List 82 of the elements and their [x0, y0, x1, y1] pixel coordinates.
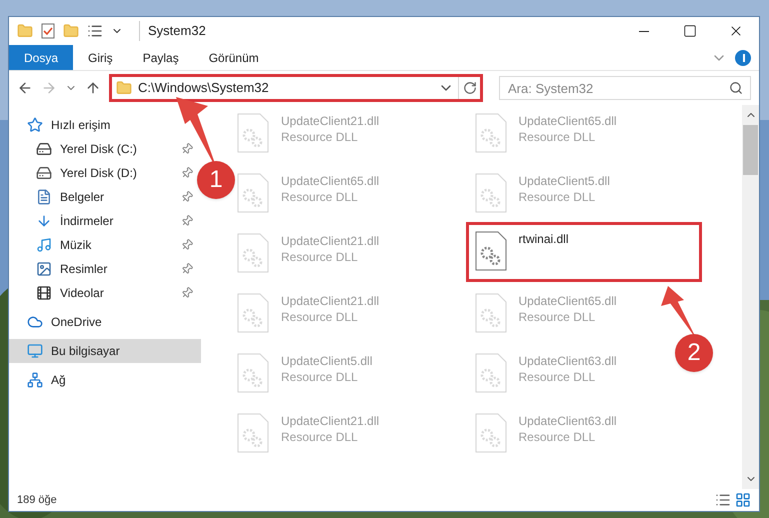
file-name: UpdateClient21.dll: [281, 293, 380, 309]
dll-file-icon: [237, 353, 269, 393]
help-icon[interactable]: [735, 50, 751, 66]
dll-file-icon: [474, 293, 506, 333]
dll-file-icon: [237, 113, 269, 153]
cloud-icon: [27, 314, 43, 330]
dll-file-icon: [474, 173, 506, 213]
sidebar-item[interactable]: Müzik: [9, 233, 201, 257]
dll-file-icon: [237, 173, 269, 213]
details-view-icon[interactable]: [715, 492, 731, 508]
large-icons-view-icon[interactable]: [735, 492, 751, 508]
file-type: Resource DLL: [518, 189, 596, 205]
up-icon[interactable]: [85, 80, 101, 96]
scrollbar-thumb[interactable]: [743, 125, 758, 175]
file-type: Resource DLL: [281, 189, 359, 205]
sidebar-item[interactable]: Ağ: [9, 368, 201, 392]
sidebar-item[interactable]: İndirmeler: [9, 209, 201, 233]
file-name: rtwinai.dll: [518, 231, 569, 247]
dll-file-icon: [237, 293, 269, 333]
window-title: System32: [139, 21, 206, 41]
file-type: Resource DLL: [281, 129, 359, 145]
dll-file-icon: [474, 353, 506, 393]
file-name: UpdateClient5.dll: [518, 173, 610, 189]
file-type: Resource DLL: [281, 249, 359, 265]
file-type: Resource DLL: [518, 369, 596, 385]
folder-icon: [116, 80, 132, 96]
folder-icon[interactable]: [63, 23, 79, 39]
file-name: UpdateClient21.dll: [281, 413, 380, 429]
sidebar-item[interactable]: Yerel Disk (C:): [9, 137, 201, 161]
file-name: UpdateClient65.dll: [518, 293, 617, 309]
folder-icon[interactable]: [17, 23, 33, 39]
properties-icon[interactable]: [87, 23, 103, 39]
file-type: Resource DLL: [518, 309, 596, 325]
dll-file-icon: [237, 413, 269, 453]
dll-file-icon: [474, 413, 506, 453]
sidebar-item[interactable]: OneDrive: [9, 310, 201, 334]
ribbon-tab[interactable]: Görünüm: [194, 45, 274, 70]
refresh-icon[interactable]: [462, 81, 476, 95]
download-icon: [36, 213, 52, 229]
drive-icon: [36, 165, 52, 181]
file-type: Resource DLL: [281, 369, 359, 385]
film-icon: [36, 285, 52, 301]
address-path: C:\Windows\System32: [138, 79, 270, 98]
file-item[interactable]: rtwinai.dll: [468, 225, 698, 279]
search-field[interactable]: Ara: System32: [499, 76, 751, 100]
image-icon: [36, 261, 52, 277]
sidebar-item[interactable]: Bu bilgisayar: [9, 339, 201, 363]
file-name: UpdateClient63.dll: [518, 353, 617, 369]
ribbon-tab[interactable]: Paylaş: [128, 45, 194, 70]
file-type: Resource DLL: [281, 309, 359, 325]
back-icon[interactable]: [17, 80, 33, 96]
system-drive-icon: [36, 141, 52, 157]
search-icon[interactable]: [729, 81, 743, 95]
file-name: UpdateClient5.dll: [281, 353, 372, 369]
document-icon: [36, 189, 52, 205]
ribbon-tab[interactable]: Dosya: [9, 45, 74, 70]
address-bar[interactable]: C:\Windows\System32: [109, 74, 483, 102]
maximize-icon: [683, 24, 697, 38]
scrollbar[interactable]: [742, 105, 759, 489]
forward-icon[interactable]: [41, 80, 57, 96]
ribbon-tab[interactable]: Giriş: [73, 45, 128, 70]
file-name: UpdateClient65.dll: [518, 113, 617, 129]
music-icon: [36, 237, 52, 253]
file-name: UpdateClient21.dll: [281, 113, 380, 129]
star-icon: [27, 117, 43, 133]
dll-file-icon: [474, 231, 506, 271]
file-type: Resource DLL: [518, 129, 596, 145]
file-type: Resource DLL: [281, 429, 359, 445]
minimize-icon: [639, 30, 649, 32]
file-name: UpdateClient65.dll: [281, 173, 380, 189]
dll-file-icon: [237, 233, 269, 273]
sidebar-item[interactable]: Videolar: [9, 281, 201, 305]
file-type: Resource DLL: [518, 429, 596, 445]
dll-file-icon: [474, 113, 506, 153]
item-count: 189 öğe: [17, 492, 57, 508]
file-name: UpdateClient21.dll: [281, 233, 380, 249]
sidebar-item[interactable]: Resimler: [9, 257, 201, 281]
sidebar-item[interactable]: Hızlı erişim: [9, 113, 201, 137]
file-name: UpdateClient63.dll: [518, 413, 617, 429]
monitor-icon: [27, 343, 43, 359]
checkmark-document-icon[interactable]: [41, 23, 55, 39]
network-icon: [27, 372, 43, 388]
